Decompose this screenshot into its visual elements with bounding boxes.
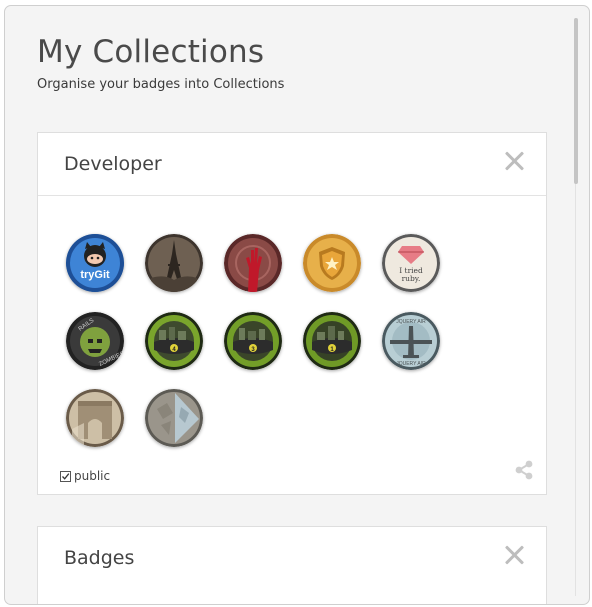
- close-icon[interactable]: [504, 545, 524, 565]
- collection-card-badges: Badges: [37, 526, 547, 604]
- badge-arc[interactable]: [66, 389, 124, 447]
- octocat-icon: tryGit: [66, 234, 124, 292]
- page-subtitle: Organise your badges into Collections: [37, 77, 285, 92]
- road-icon: 4: [145, 312, 203, 370]
- map-icon: [145, 389, 203, 447]
- badge-gold-shield[interactable]: [303, 234, 361, 292]
- badge-trygit[interactable]: tryGit: [66, 234, 124, 292]
- collections-panel: My Collections Organise your badges into…: [4, 5, 590, 605]
- badge-text: tryGit: [80, 269, 110, 281]
- badge-jquery-air[interactable]: JQUERY AIR JQUERY AIR: [382, 312, 440, 370]
- collection-title: Badges: [64, 547, 135, 569]
- badge-tried-ruby[interactable]: I tried ruby.: [382, 234, 440, 292]
- tower-icon: [145, 234, 203, 292]
- share-icon[interactable]: [514, 460, 534, 480]
- badge-level-3[interactable]: 3: [224, 312, 282, 370]
- road-icon: 1: [303, 312, 361, 370]
- public-label: public: [74, 469, 111, 483]
- collection-title: Developer: [64, 153, 162, 175]
- public-checkbox[interactable]: [60, 470, 71, 482]
- hand-icon: [224, 234, 282, 292]
- badge-red-hand[interactable]: [224, 234, 282, 292]
- close-icon[interactable]: [504, 151, 524, 171]
- badge-map[interactable]: [145, 389, 203, 447]
- collection-header: Badges: [38, 527, 546, 589]
- road-icon: 3: [224, 312, 282, 370]
- plane-icon: JQUERY AIR JQUERY AIR: [382, 312, 440, 370]
- public-toggle[interactable]: public: [60, 469, 110, 483]
- arch-icon: [66, 389, 124, 447]
- shield-icon: [303, 234, 361, 292]
- collection-header: Developer: [38, 133, 546, 196]
- page-title: My Collections: [37, 34, 265, 70]
- svg-text:ruby.: ruby.: [402, 274, 421, 283]
- badge-eiffel-tower[interactable]: [145, 234, 203, 292]
- svg-text:JQUERY AIR: JQUERY AIR: [396, 361, 426, 367]
- badge-rails-for-zombies[interactable]: RAILS ZOMBIES: [66, 312, 124, 370]
- zombie-icon: RAILS ZOMBIES: [66, 312, 124, 370]
- ruby-icon: I tried ruby.: [382, 234, 440, 292]
- badge-level-4[interactable]: 4: [145, 312, 203, 370]
- collections-content: My Collections Organise your badges into…: [5, 6, 579, 604]
- collection-card-developer: Developer tryGit I tried ruby. RAILS ZOM…: [37, 132, 547, 495]
- badge-level-1[interactable]: 1: [303, 312, 361, 370]
- svg-text:JQUERY AIR: JQUERY AIR: [396, 319, 426, 325]
- check-icon: [62, 472, 70, 480]
